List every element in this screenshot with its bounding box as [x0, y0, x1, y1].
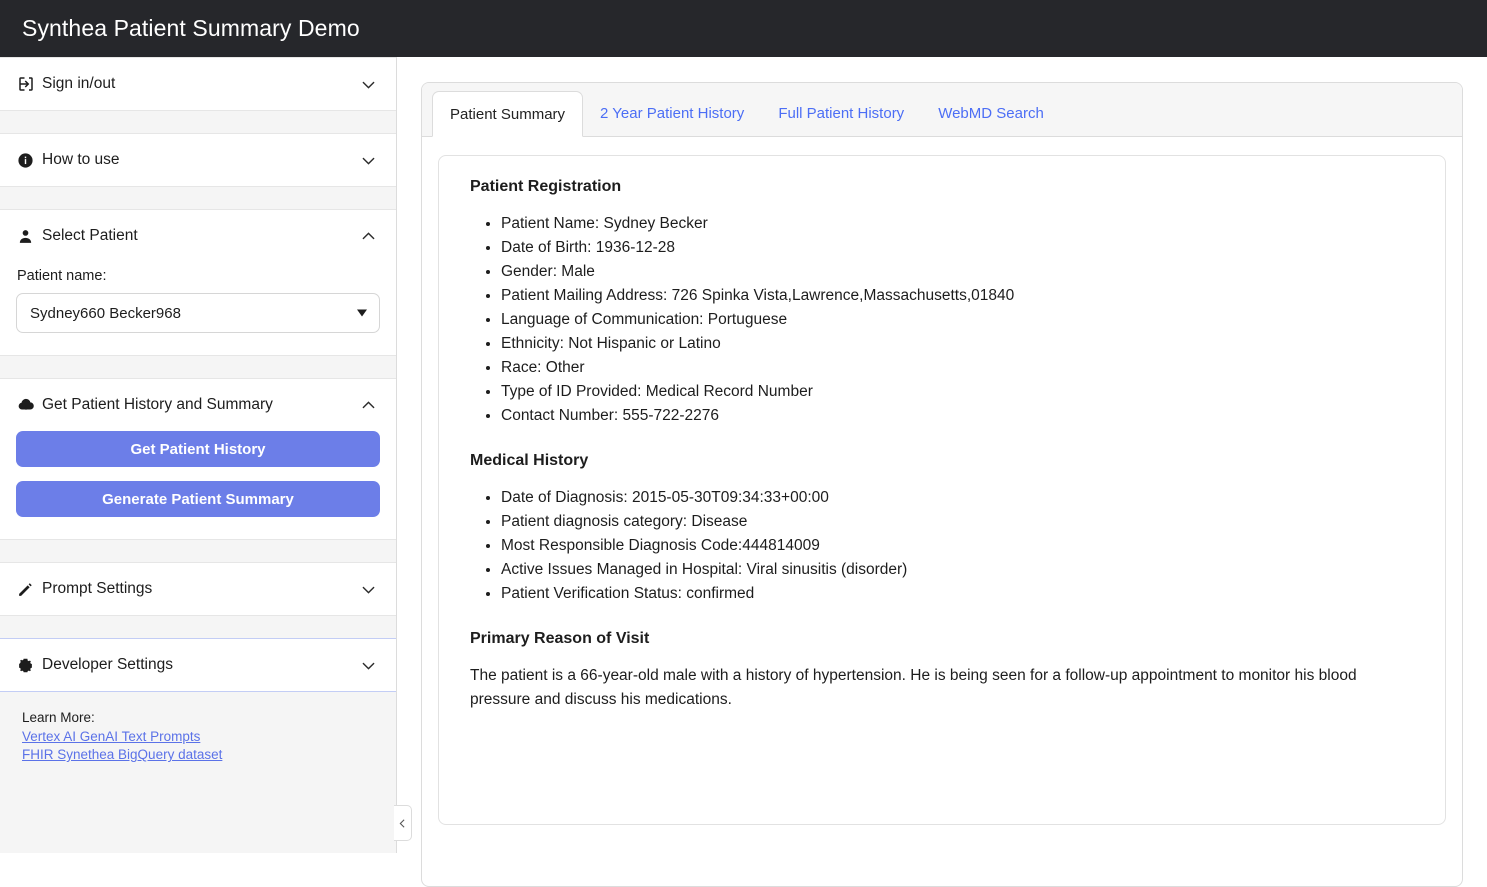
- sidebar-section-label: Sign in/out: [42, 75, 116, 92]
- list-item: Date of Birth: 1936-12-28: [501, 236, 1419, 260]
- list-item: Contact Number: 555-722-2276: [501, 404, 1419, 428]
- select-patient-body: Patient name: Sydney660 Becker968: [0, 262, 396, 355]
- sidebar-section-get-patient-history-and-summary[interactable]: Get Patient History and Summary Get Pati…: [0, 378, 396, 540]
- list-item: Patient diagnosis category: Disease: [501, 510, 1419, 534]
- tab-full-patient-history[interactable]: Full Patient History: [761, 90, 921, 136]
- patient-summary-panel: Patient Registration Patient Name: Sydne…: [438, 155, 1446, 825]
- info-icon: [16, 151, 35, 170]
- chevron-down-icon[interactable]: [359, 75, 378, 94]
- gear-icon: [16, 656, 35, 675]
- medical-history-list: Date of Diagnosis: 2015-05-30T09:34:33+0…: [470, 486, 1419, 606]
- login-icon: [16, 75, 35, 94]
- list-item: Patient Name: Sydney Becker: [501, 212, 1419, 236]
- sidebar-section-label: Prompt Settings: [42, 580, 153, 597]
- sidebar-section-header-select-patient[interactable]: Select Patient: [0, 210, 396, 262]
- sidebar-section-header-sign-in-out[interactable]: Sign in/out: [0, 58, 396, 110]
- tab-bar: Patient Summary 2 Year Patient History F…: [422, 83, 1462, 137]
- sidebar: Sign in/out How to use Select Patient Pa…: [0, 57, 397, 853]
- primary-reason-title: Primary Reason of Visit: [470, 630, 650, 647]
- tab-2-year-patient-history[interactable]: 2 Year Patient History: [583, 90, 761, 136]
- list-item: Most Responsible Diagnosis Code:44481400…: [501, 534, 1419, 558]
- sidebar-section-sign-in-out[interactable]: Sign in/out: [0, 57, 396, 111]
- sidebar-gap: [0, 540, 396, 562]
- sidebar-gap: [0, 111, 396, 133]
- chevron-down-icon: [357, 309, 367, 317]
- sidebar-section-label: Select Patient: [42, 227, 138, 244]
- app-header: Synthea Patient Summary Demo: [0, 0, 1487, 57]
- sidebar-gap: [0, 187, 396, 209]
- sidebar-section-header-get-patient-history[interactable]: Get Patient History and Summary: [0, 379, 396, 431]
- sidebar-section-label: How to use: [42, 151, 120, 168]
- list-item: Gender: Male: [501, 260, 1419, 284]
- learn-more-title: Learn More:: [22, 710, 95, 725]
- chevron-up-icon[interactable]: [359, 396, 378, 415]
- sidebar-collapse-button[interactable]: [394, 805, 412, 841]
- sidebar-section-header-developer-settings[interactable]: Developer Settings: [0, 639, 396, 691]
- chevron-left-icon: [399, 818, 405, 828]
- learn-more-link-fhir-synthea[interactable]: FHIR Synethea BigQuery dataset: [22, 747, 380, 762]
- sidebar-section-select-patient[interactable]: Select Patient Patient name: Sydney660 B…: [0, 209, 396, 356]
- list-item: Patient Verification Status: confirmed: [501, 582, 1419, 606]
- list-item: Active Issues Managed in Hospital: Viral…: [501, 558, 1419, 582]
- person-icon: [16, 227, 35, 246]
- patient-name-label: Patient name:: [17, 268, 107, 284]
- medical-history-title: Medical History: [470, 452, 589, 469]
- learn-more-link-vertex-ai[interactable]: Vertex AI GenAI Text Prompts: [22, 729, 380, 744]
- learn-more-section: Learn More: Vertex AI GenAI Text Prompts…: [0, 692, 396, 762]
- main-content: Patient Summary 2 Year Patient History F…: [397, 57, 1487, 887]
- primary-reason-text: The patient is a 66-year-old male with a…: [470, 667, 1357, 708]
- sidebar-section-label: Developer Settings: [42, 656, 173, 673]
- tab-patient-summary[interactable]: Patient Summary: [432, 91, 584, 137]
- chevron-down-icon[interactable]: [359, 656, 378, 675]
- list-item: Date of Diagnosis: 2015-05-30T09:34:33+0…: [501, 486, 1419, 510]
- sidebar-section-header-how-to-use[interactable]: How to use: [0, 134, 396, 186]
- list-item: Patient Mailing Address: 726 Spinka Vist…: [501, 284, 1419, 308]
- chevron-down-icon[interactable]: [359, 580, 378, 599]
- tab-card: Patient Summary 2 Year Patient History F…: [421, 82, 1463, 887]
- patient-name-select[interactable]: Sydney660 Becker968: [16, 293, 380, 333]
- patient-actions-body: Get Patient History Generate Patient Sum…: [0, 431, 396, 539]
- cloud-download-icon: [16, 396, 35, 415]
- patient-name-selected-value: Sydney660 Becker968: [30, 304, 181, 322]
- pencil-icon: [16, 580, 35, 599]
- list-item: Ethnicity: Not Hispanic or Latino: [501, 332, 1419, 356]
- sidebar-section-label: Get Patient History and Summary: [42, 396, 273, 413]
- sidebar-section-how-to-use[interactable]: How to use: [0, 133, 396, 187]
- page-title: Synthea Patient Summary Demo: [22, 15, 360, 41]
- sidebar-section-prompt-settings[interactable]: Prompt Settings: [0, 562, 396, 616]
- sidebar-gap: [0, 616, 396, 638]
- sidebar-section-header-prompt-settings[interactable]: Prompt Settings: [0, 563, 396, 615]
- list-item: Language of Communication: Portuguese: [501, 308, 1419, 332]
- get-patient-history-button[interactable]: Get Patient History: [16, 431, 380, 467]
- list-item: Race: Other: [501, 356, 1419, 380]
- chevron-down-icon[interactable]: [359, 151, 378, 170]
- tab-webmd-search[interactable]: WebMD Search: [921, 90, 1061, 136]
- patient-registration-title: Patient Registration: [470, 178, 622, 195]
- sidebar-gap: [0, 356, 396, 378]
- generate-patient-summary-button[interactable]: Generate Patient Summary: [16, 481, 380, 517]
- chevron-up-icon[interactable]: [359, 227, 378, 246]
- sidebar-section-developer-settings[interactable]: Developer Settings: [0, 638, 396, 692]
- patient-registration-list: Patient Name: Sydney Becker Date of Birt…: [470, 212, 1419, 428]
- list-item: Type of ID Provided: Medical Record Numb…: [501, 380, 1419, 404]
